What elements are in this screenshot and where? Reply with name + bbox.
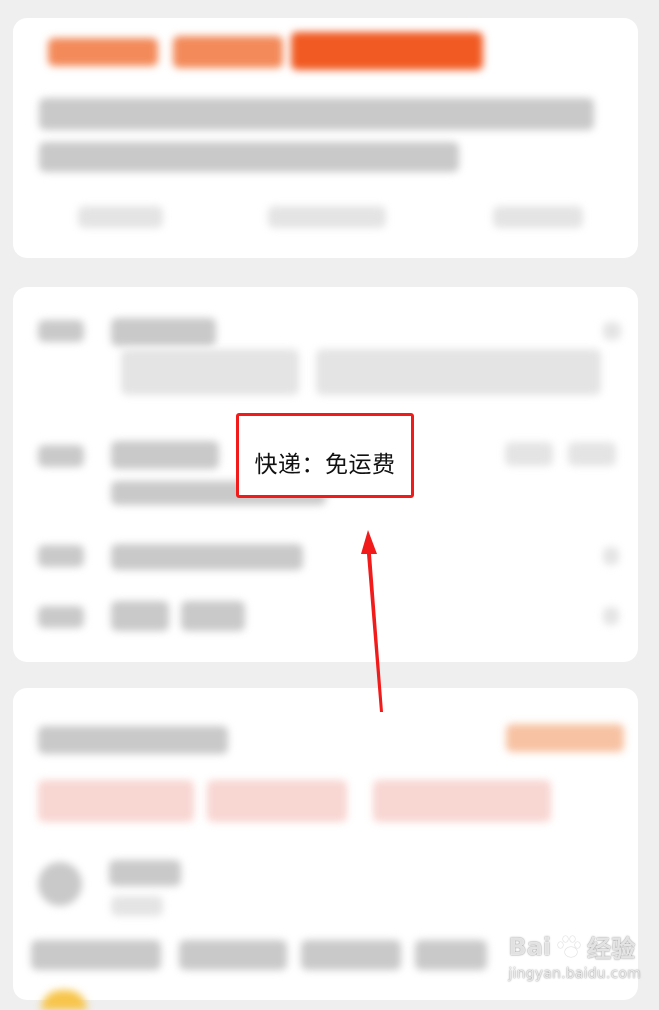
blurred-option-chip [316,349,601,395]
watermark-brand: Bai [508,932,552,961]
blurred-value [111,441,219,469]
blurred-review-text [415,940,487,970]
paw-icon [557,935,581,959]
blurred-username [109,860,181,886]
blurred-title-line [39,98,594,130]
blurred-side-info [505,442,553,466]
blurred-value [111,601,169,631]
blurred-section-title [38,726,228,754]
blurred-avatar-next [41,990,87,1010]
annotation-text: 快递：免运费 [254,452,396,478]
blurred-review-text [301,940,401,970]
blurred-review-text [31,940,161,970]
annotation-box: 快递：免运费 [236,413,414,498]
blurred-value [111,318,216,346]
blurred-promo-tag [291,32,483,70]
blurred-avatar [38,862,82,906]
baidu-jingyan-watermark: Bai 经验 jingyan.baidu.com [508,929,641,983]
watermark-url: jingyan.baidu.com [508,966,641,982]
blurred-review-tag [38,780,194,822]
blurred-label [38,445,84,467]
blurred-chevron [603,607,619,625]
blurred-review-time [111,896,163,916]
blurred-label [38,606,84,628]
blurred-review-text [179,940,287,970]
blurred-label [38,545,84,567]
blurred-meta-item [493,206,583,228]
blurred-review-tag [207,780,347,822]
blurred-value [181,601,245,631]
blurred-tag [48,38,158,66]
blurred-see-all-link [506,724,624,752]
blurred-value [111,544,303,570]
blurred-tag [173,36,283,68]
blurred-meta-item [78,206,163,228]
blurred-chevron [603,322,621,340]
blurred-label [38,320,84,342]
blurred-chevron [603,547,619,565]
watermark-brand-suffix: 经验 [587,935,636,963]
blurred-side-info [568,442,616,466]
blurred-meta-item [268,206,386,228]
watermark-brand-row: Bai 经验 [508,929,641,964]
blurred-option-chip [121,349,299,395]
top-product-card [13,18,638,258]
blurred-title-line [39,142,459,172]
blurred-review-tag [373,780,551,822]
